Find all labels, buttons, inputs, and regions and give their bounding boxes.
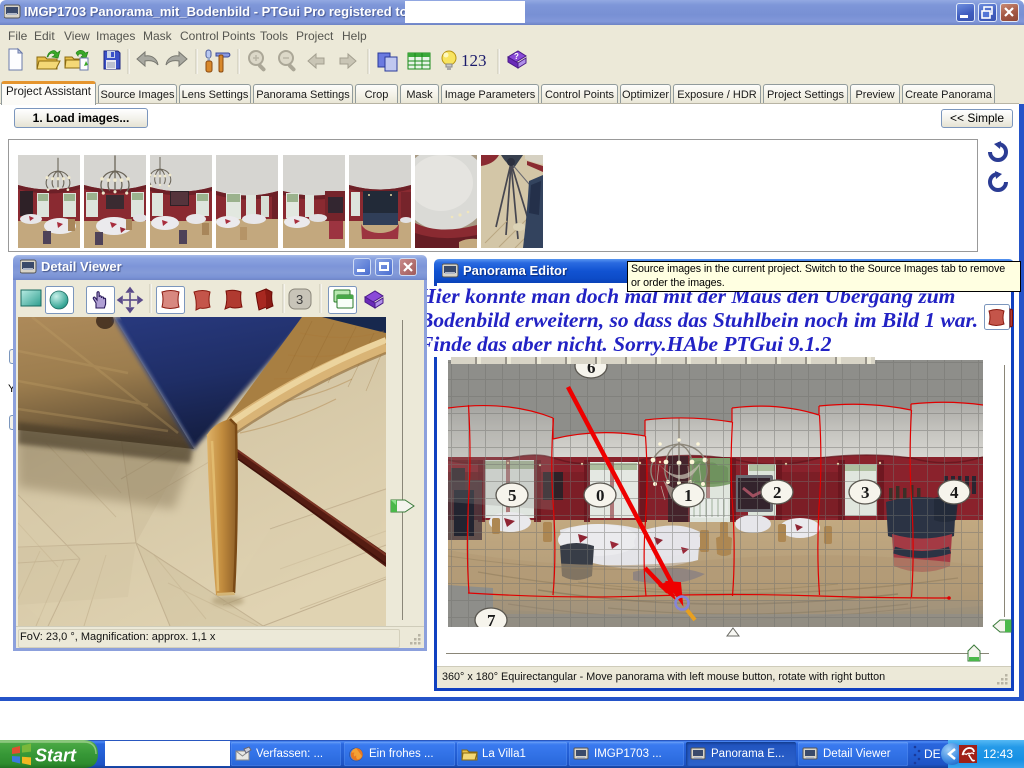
svg-text:5: 5 <box>508 486 517 505</box>
svg-text:Start: Start <box>35 746 77 766</box>
svg-text:0: 0 <box>596 486 605 505</box>
svg-text:3: 3 <box>861 483 870 502</box>
svg-text:1: 1 <box>684 486 693 505</box>
svg-text:7: 7 <box>487 611 496 627</box>
svg-text:?: ? <box>514 52 519 61</box>
svg-text:2: 2 <box>773 483 782 502</box>
svg-text:4: 4 <box>950 483 959 502</box>
svg-text:123: 123 <box>461 51 487 70</box>
svg-text:3: 3 <box>296 292 303 307</box>
